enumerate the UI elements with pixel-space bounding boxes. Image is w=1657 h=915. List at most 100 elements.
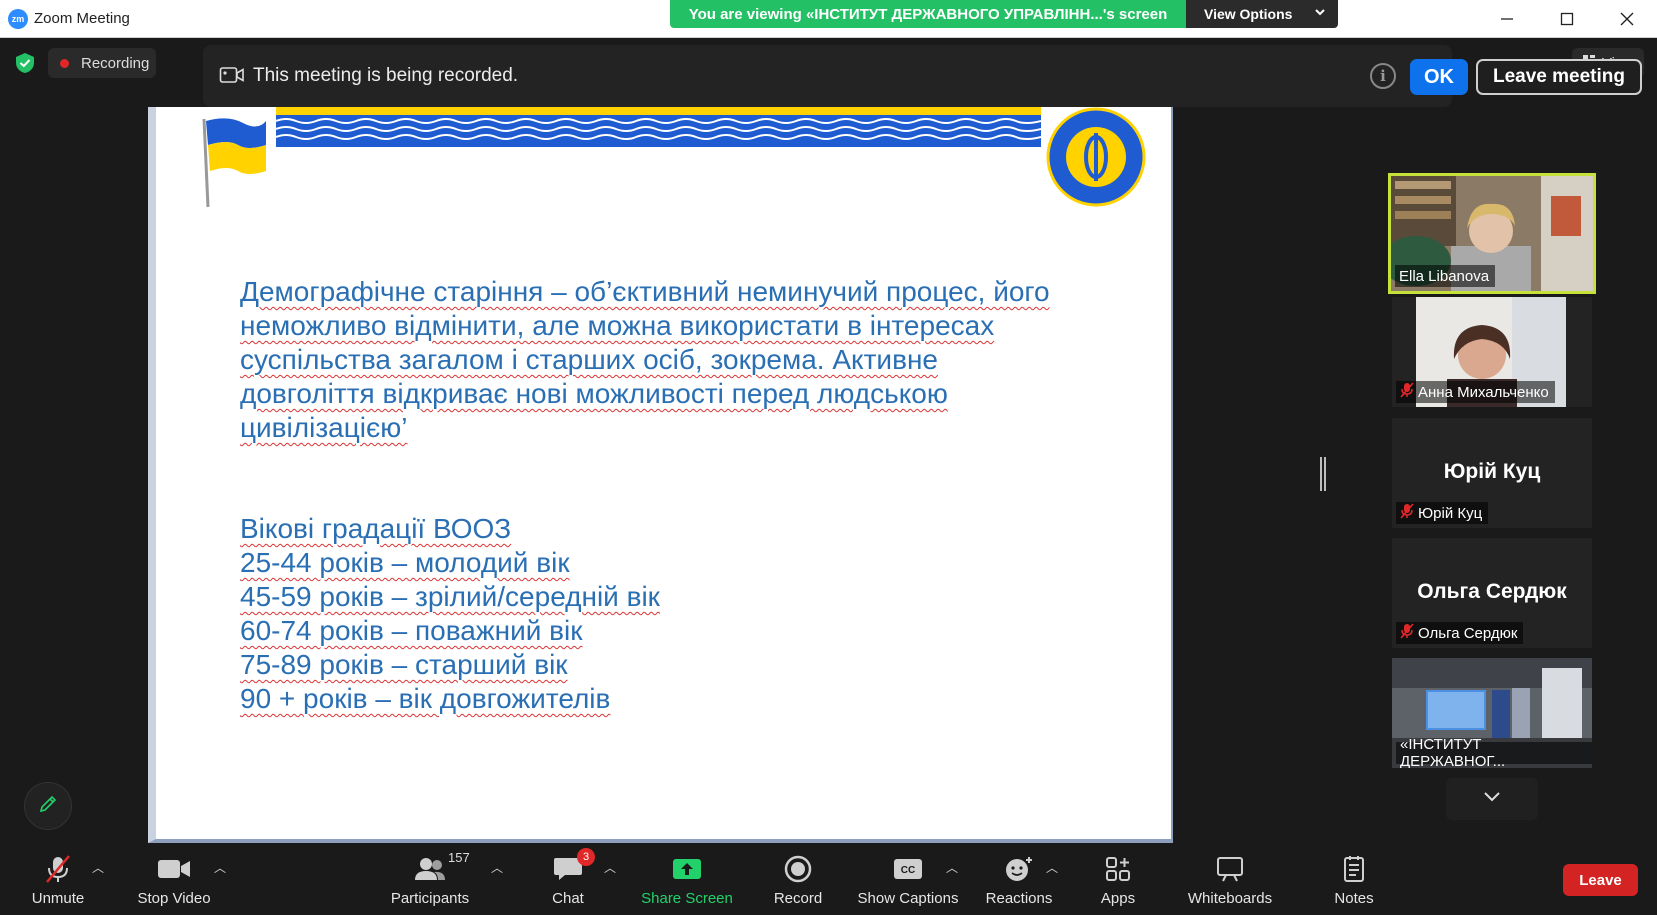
muted-mic-icon xyxy=(1400,503,1414,523)
slide-paragraph-line: цивілізацією’ xyxy=(240,412,408,443)
apps-icon xyxy=(1105,852,1131,886)
participants-label: Participants xyxy=(390,890,470,907)
caret-up-icon[interactable]: ︿ xyxy=(604,859,616,876)
reactions-label: Reactions xyxy=(985,890,1053,907)
chevron-down-icon xyxy=(1314,6,1326,21)
caret-up-icon[interactable]: ︿ xyxy=(92,859,104,876)
leave-button[interactable]: Leave xyxy=(1563,864,1638,896)
recording-dot-icon xyxy=(60,58,69,68)
apps-button[interactable]: Apps xyxy=(1098,845,1138,915)
participant-name: Юрій Куц xyxy=(1418,504,1483,522)
caret-up-icon[interactable]: ︿ xyxy=(1046,859,1058,876)
unmute-label: Unmute xyxy=(31,890,85,907)
participant-name-tag: Ольга Сердюк xyxy=(1396,622,1524,644)
chat-button[interactable]: 3 Chat xyxy=(548,845,595,915)
participant-tile[interactable]: Ella Libanova xyxy=(1388,173,1596,294)
share-screen-icon xyxy=(672,852,702,886)
share-screen-label: Share Screen xyxy=(641,890,733,907)
slide-age-list: Вікові градації ВООЗ 25-44 років – молод… xyxy=(240,512,660,716)
slide-list-item: 75-89 років – старший вік xyxy=(240,649,568,680)
shield-check-icon[interactable] xyxy=(14,52,36,74)
recording-label: Recording xyxy=(81,54,150,72)
ok-button[interactable]: OK xyxy=(1410,59,1468,95)
window-title: Zoom Meeting xyxy=(34,10,130,27)
reactions-button[interactable]: Reactions xyxy=(984,845,1054,915)
notes-button[interactable]: Notes xyxy=(1332,845,1376,915)
participant-tile[interactable]: Анна Михальченко xyxy=(1392,297,1592,407)
slide-list-item: 45-59 років – зрілий/середній вік xyxy=(240,581,660,612)
ukraine-flag-image xyxy=(202,118,266,208)
wave-banner-image xyxy=(276,107,1041,147)
view-options-label: View Options xyxy=(1204,6,1293,22)
slide-list-title: Вікові градації ВООЗ xyxy=(240,513,512,544)
apps-label: Apps xyxy=(1100,890,1136,907)
notes-icon xyxy=(1342,852,1366,886)
leave-meeting-button[interactable]: Leave meeting xyxy=(1476,59,1642,95)
participant-tile[interactable]: Юрій Куц Юрій Куц xyxy=(1392,418,1592,528)
gallery-scroll-down-button[interactable] xyxy=(1446,778,1538,820)
resize-handle[interactable] xyxy=(1320,457,1326,491)
participants-count: 157 xyxy=(448,850,470,865)
participants-button[interactable]: 157 Participants xyxy=(388,845,472,915)
show-captions-button[interactable]: CC Show Captions xyxy=(856,845,960,915)
zoom-logo-icon: zm xyxy=(8,9,28,29)
shared-screen-slide: Демографічне старіння – об’єктивний неми… xyxy=(148,107,1173,843)
unmute-button[interactable]: Unmute xyxy=(26,845,90,915)
chevron-down-icon xyxy=(1483,790,1501,808)
record-button[interactable]: Record xyxy=(770,845,826,915)
caret-up-icon[interactable]: ︿ xyxy=(491,859,503,876)
muted-mic-icon xyxy=(43,852,73,886)
slide-paragraph-line: Демографічне старіння – об’єктивний неми… xyxy=(240,276,1050,307)
slide-paragraph-line: довголіття відкриває нові можливості пер… xyxy=(240,378,948,409)
pencil-icon xyxy=(38,794,58,819)
participant-tile[interactable]: «ІНСТИТУТ ДЕРЖАВНОГ... xyxy=(1392,658,1592,768)
slide-list-item: 90 + років – вік довгожителів xyxy=(240,683,611,714)
title-bar: zm Zoom Meeting You are viewing «ІНСТИТУ… xyxy=(0,0,1657,38)
chat-icon: 3 xyxy=(553,848,595,886)
participant-tile[interactable]: Ольга Сердюк Ольга Сердюк xyxy=(1392,538,1592,648)
annotate-button[interactable] xyxy=(24,782,72,830)
notification-text: This meeting is being recorded. xyxy=(253,65,519,86)
minimize-icon[interactable] xyxy=(1487,4,1527,34)
participant-name: Ella Libanova xyxy=(1399,267,1490,285)
participant-name: Ольга Сердюк xyxy=(1418,624,1518,642)
participant-name-tag: Ella Libanova xyxy=(1395,265,1496,287)
notes-label: Notes xyxy=(1334,890,1374,907)
video-camera-icon xyxy=(219,65,245,90)
participant-name-tag: Юрій Куц xyxy=(1396,502,1489,524)
svg-text:CC: CC xyxy=(901,865,915,876)
close-icon[interactable] xyxy=(1607,4,1647,34)
viewing-screen-banner: You are viewing «ІНСТИТУТ ДЕРЖАВНОГО УПР… xyxy=(670,0,1186,28)
whiteboard-icon xyxy=(1216,852,1244,886)
slide-paragraph: Демографічне старіння – об’єктивний неми… xyxy=(240,275,1100,445)
share-screen-button[interactable]: Share Screen xyxy=(640,845,734,915)
academy-seal-logo xyxy=(1046,107,1146,207)
caret-up-icon[interactable]: ︿ xyxy=(946,859,958,876)
slide-list-item: 60-74 років – поважний вік xyxy=(240,615,583,646)
participant-name: Анна Михальченко xyxy=(1418,383,1549,401)
caret-up-icon[interactable]: ︿ xyxy=(214,859,226,876)
meeting-toolbar: Unmute ︿ Stop Video ︿ 157 Participants ︿… xyxy=(0,845,1657,915)
muted-mic-icon xyxy=(1400,382,1414,402)
participants-icon: 157 xyxy=(414,850,470,886)
whiteboards-button[interactable]: Whiteboards xyxy=(1184,845,1276,915)
show-captions-label: Show Captions xyxy=(857,890,959,907)
view-options-button[interactable]: View Options xyxy=(1186,0,1338,28)
closed-captions-icon: CC xyxy=(893,852,923,886)
participant-name: «ІНСТИТУТ ДЕРЖАВНОГ... xyxy=(1400,736,1506,768)
participant-big-name: Юрій Куц xyxy=(1443,460,1541,483)
participant-big-name: Ольга Сердюк xyxy=(1417,580,1567,603)
whiteboards-label: Whiteboards xyxy=(1187,890,1273,907)
chat-unread-badge: 3 xyxy=(577,848,595,866)
video-camera-icon xyxy=(157,852,191,886)
smiley-icon xyxy=(1004,852,1034,886)
info-icon[interactable]: i xyxy=(1370,63,1396,89)
maximize-icon[interactable] xyxy=(1547,4,1587,34)
stop-video-label: Stop Video xyxy=(137,890,211,907)
slide-list-item: 25-44 років – молодий вік xyxy=(240,547,570,578)
record-icon xyxy=(784,852,812,886)
stop-video-button[interactable]: Stop Video xyxy=(134,845,214,915)
slide-paragraph-line: неможливо відмінити, але можна використа… xyxy=(240,310,995,341)
recording-indicator[interactable]: Recording xyxy=(48,48,156,78)
zoom-meeting-window: zm Zoom Meeting You are viewing «ІНСТИТУ… xyxy=(0,0,1657,915)
